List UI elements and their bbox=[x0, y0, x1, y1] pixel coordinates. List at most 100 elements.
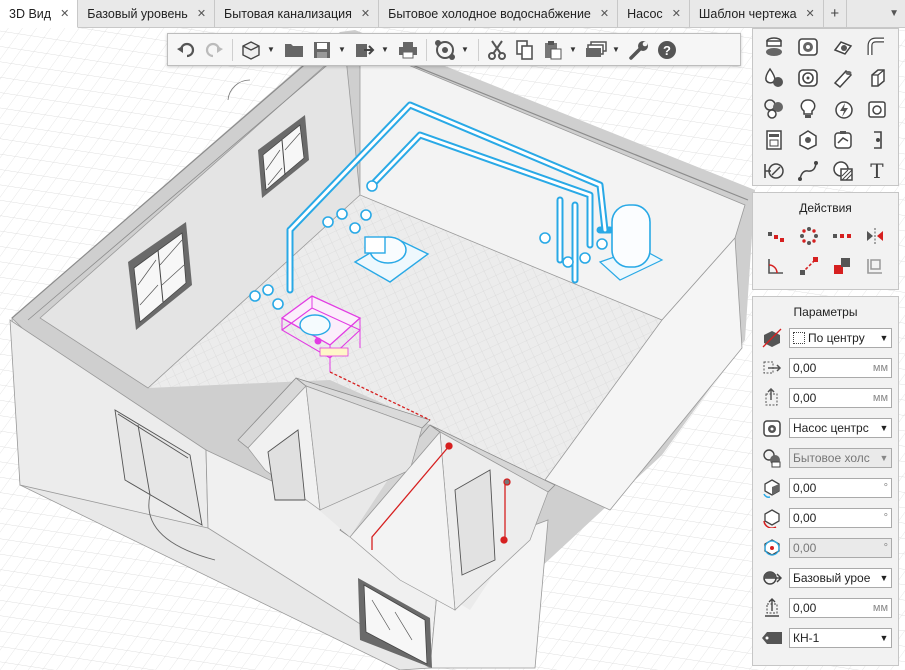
param-row-rotate-x: 0,00 ° bbox=[753, 473, 898, 503]
help-icon[interactable]: ? bbox=[655, 38, 679, 62]
select-value: Базовый урое bbox=[793, 571, 871, 585]
chevron-down-icon: ▼ bbox=[877, 419, 891, 437]
tab-label: Насос bbox=[627, 6, 663, 21]
route-icon[interactable] bbox=[791, 155, 825, 186]
tag-select[interactable]: КН-1 ▼ bbox=[789, 628, 892, 648]
param-row-tag: КН-1 ▼ bbox=[753, 623, 898, 653]
move-icon[interactable] bbox=[826, 251, 859, 281]
chevron-down-icon[interactable]: ▼ bbox=[569, 45, 578, 54]
paste-icon[interactable] bbox=[541, 38, 565, 62]
unit-label: мм bbox=[872, 362, 888, 374]
param-row-rotate-z: 0,00 ° bbox=[753, 533, 898, 563]
level-icon bbox=[761, 567, 783, 589]
circular-array-icon[interactable] bbox=[792, 221, 825, 251]
drop-icon[interactable] bbox=[757, 62, 791, 93]
text-icon[interactable]: T bbox=[860, 155, 894, 186]
insertion-point-select[interactable]: По центру ▼ bbox=[789, 328, 892, 348]
chevron-down-icon: ▼ bbox=[877, 629, 891, 647]
equipment-icon[interactable] bbox=[791, 124, 825, 155]
sink-icon[interactable] bbox=[791, 62, 825, 93]
tab-label: Шаблон чертежа bbox=[698, 6, 797, 21]
tab-label: 3D Вид bbox=[9, 6, 52, 21]
chevron-down-icon[interactable]: ▼ bbox=[267, 45, 276, 54]
rotate-y-input[interactable]: 0,00 ° bbox=[789, 508, 892, 528]
pipe-icon[interactable] bbox=[826, 62, 860, 93]
close-icon[interactable]: ✕ bbox=[600, 7, 609, 20]
tools-palette: T bbox=[752, 28, 899, 186]
offset-y-input[interactable]: 0,00 мм bbox=[789, 388, 892, 408]
elevation-input[interactable]: 0,00 мм bbox=[789, 598, 892, 618]
array-icon[interactable] bbox=[759, 221, 792, 251]
undo-icon[interactable] bbox=[174, 38, 198, 62]
cut-icon[interactable] bbox=[485, 38, 509, 62]
shower-icon[interactable] bbox=[757, 93, 791, 124]
chevron-down-icon: ▼ bbox=[877, 449, 891, 467]
copy-offset-icon[interactable] bbox=[859, 251, 892, 281]
param-row-level: Базовый урое ▼ bbox=[753, 563, 898, 593]
mirror-icon[interactable] bbox=[859, 221, 892, 251]
add-tab-button[interactable]: + bbox=[824, 0, 847, 27]
lamp-icon[interactable] bbox=[791, 93, 825, 124]
toolbar-separator bbox=[478, 38, 479, 61]
pump-small-icon[interactable] bbox=[826, 31, 860, 62]
chevron-down-icon[interactable]: ▼ bbox=[381, 45, 390, 54]
electric-icon[interactable] bbox=[826, 93, 860, 124]
settings-wrench-icon[interactable] bbox=[627, 38, 651, 62]
print-icon[interactable] bbox=[396, 38, 420, 62]
rotate-z-input: 0,00 ° bbox=[789, 538, 892, 558]
chevron-down-icon[interactable]: ▼ bbox=[889, 8, 899, 19]
layers-icon[interactable] bbox=[584, 38, 608, 62]
save-icon[interactable] bbox=[310, 38, 334, 62]
input-value: 0,00 bbox=[793, 481, 817, 495]
tab-cold-water[interactable]: Бытовое холодное водоснабжение ✕ bbox=[379, 0, 619, 27]
tab-3d-view[interactable]: 3D Вид ✕ bbox=[0, 0, 79, 28]
close-icon[interactable]: ✕ bbox=[197, 7, 206, 20]
redo-icon[interactable] bbox=[202, 38, 226, 62]
level-select[interactable]: Базовый урое ▼ bbox=[789, 568, 892, 588]
pipe-bend-icon[interactable] bbox=[860, 31, 894, 62]
connector-icon[interactable] bbox=[860, 124, 894, 155]
copy-icon[interactable] bbox=[513, 38, 537, 62]
tab-sewerage[interactable]: Бытовая канализация ✕ bbox=[215, 0, 380, 27]
select-value: По центру bbox=[808, 331, 865, 345]
close-icon[interactable]: ✕ bbox=[361, 7, 370, 20]
meter-icon[interactable] bbox=[826, 124, 860, 155]
tab-pump[interactable]: Насос ✕ bbox=[618, 0, 690, 27]
unit-label: ° bbox=[883, 542, 888, 554]
export-icon[interactable] bbox=[353, 38, 377, 62]
view-cube-icon[interactable] bbox=[239, 38, 263, 62]
close-icon[interactable]: ✕ bbox=[806, 7, 815, 20]
input-value: 0,00 bbox=[793, 391, 817, 405]
param-row-offset-y: 0,00 мм bbox=[753, 383, 898, 413]
duct-icon[interactable] bbox=[860, 62, 894, 93]
tab-label: Бытовая канализация bbox=[224, 6, 352, 21]
chevron-down-icon[interactable]: ▼ bbox=[612, 45, 621, 54]
param-row-insertion: По центру ▼ bbox=[753, 323, 898, 353]
angle-icon[interactable] bbox=[759, 251, 792, 281]
linear-array-icon[interactable] bbox=[826, 221, 859, 251]
valve-icon[interactable] bbox=[791, 31, 825, 62]
tab-base-level[interactable]: Базовый уровень ✕ bbox=[78, 0, 216, 27]
param-row-elevation: 0,00 мм bbox=[753, 593, 898, 623]
pump-type-select[interactable]: Насос центрс ▼ bbox=[789, 418, 892, 438]
chevron-down-icon[interactable]: ▼ bbox=[461, 45, 470, 54]
close-icon[interactable]: ✕ bbox=[60, 7, 69, 20]
select-value: Насос центрс bbox=[793, 421, 869, 435]
hatch-icon[interactable] bbox=[826, 155, 860, 186]
input-value: 0,00 bbox=[793, 541, 817, 555]
rotate-x-input[interactable]: 0,00 ° bbox=[789, 478, 892, 498]
panel-icon[interactable] bbox=[757, 124, 791, 155]
open-folder-icon[interactable] bbox=[282, 38, 306, 62]
tab-drawing-template[interactable]: Шаблон чертежа ✕ bbox=[690, 0, 824, 27]
toolbar-separator bbox=[232, 38, 233, 61]
pipe-fittings-icon[interactable] bbox=[757, 31, 791, 62]
section-icon[interactable] bbox=[757, 155, 791, 186]
orbit-icon[interactable] bbox=[433, 38, 457, 62]
offset-x-input[interactable]: 0,00 мм bbox=[789, 358, 892, 378]
boiler-icon[interactable] bbox=[860, 93, 894, 124]
align-icon[interactable] bbox=[792, 251, 825, 281]
chevron-down-icon[interactable]: ▼ bbox=[338, 45, 347, 54]
select-value: Бытовое холс bbox=[793, 451, 870, 465]
close-icon[interactable]: ✕ bbox=[672, 7, 681, 20]
insertion-grid-icon bbox=[793, 332, 805, 344]
